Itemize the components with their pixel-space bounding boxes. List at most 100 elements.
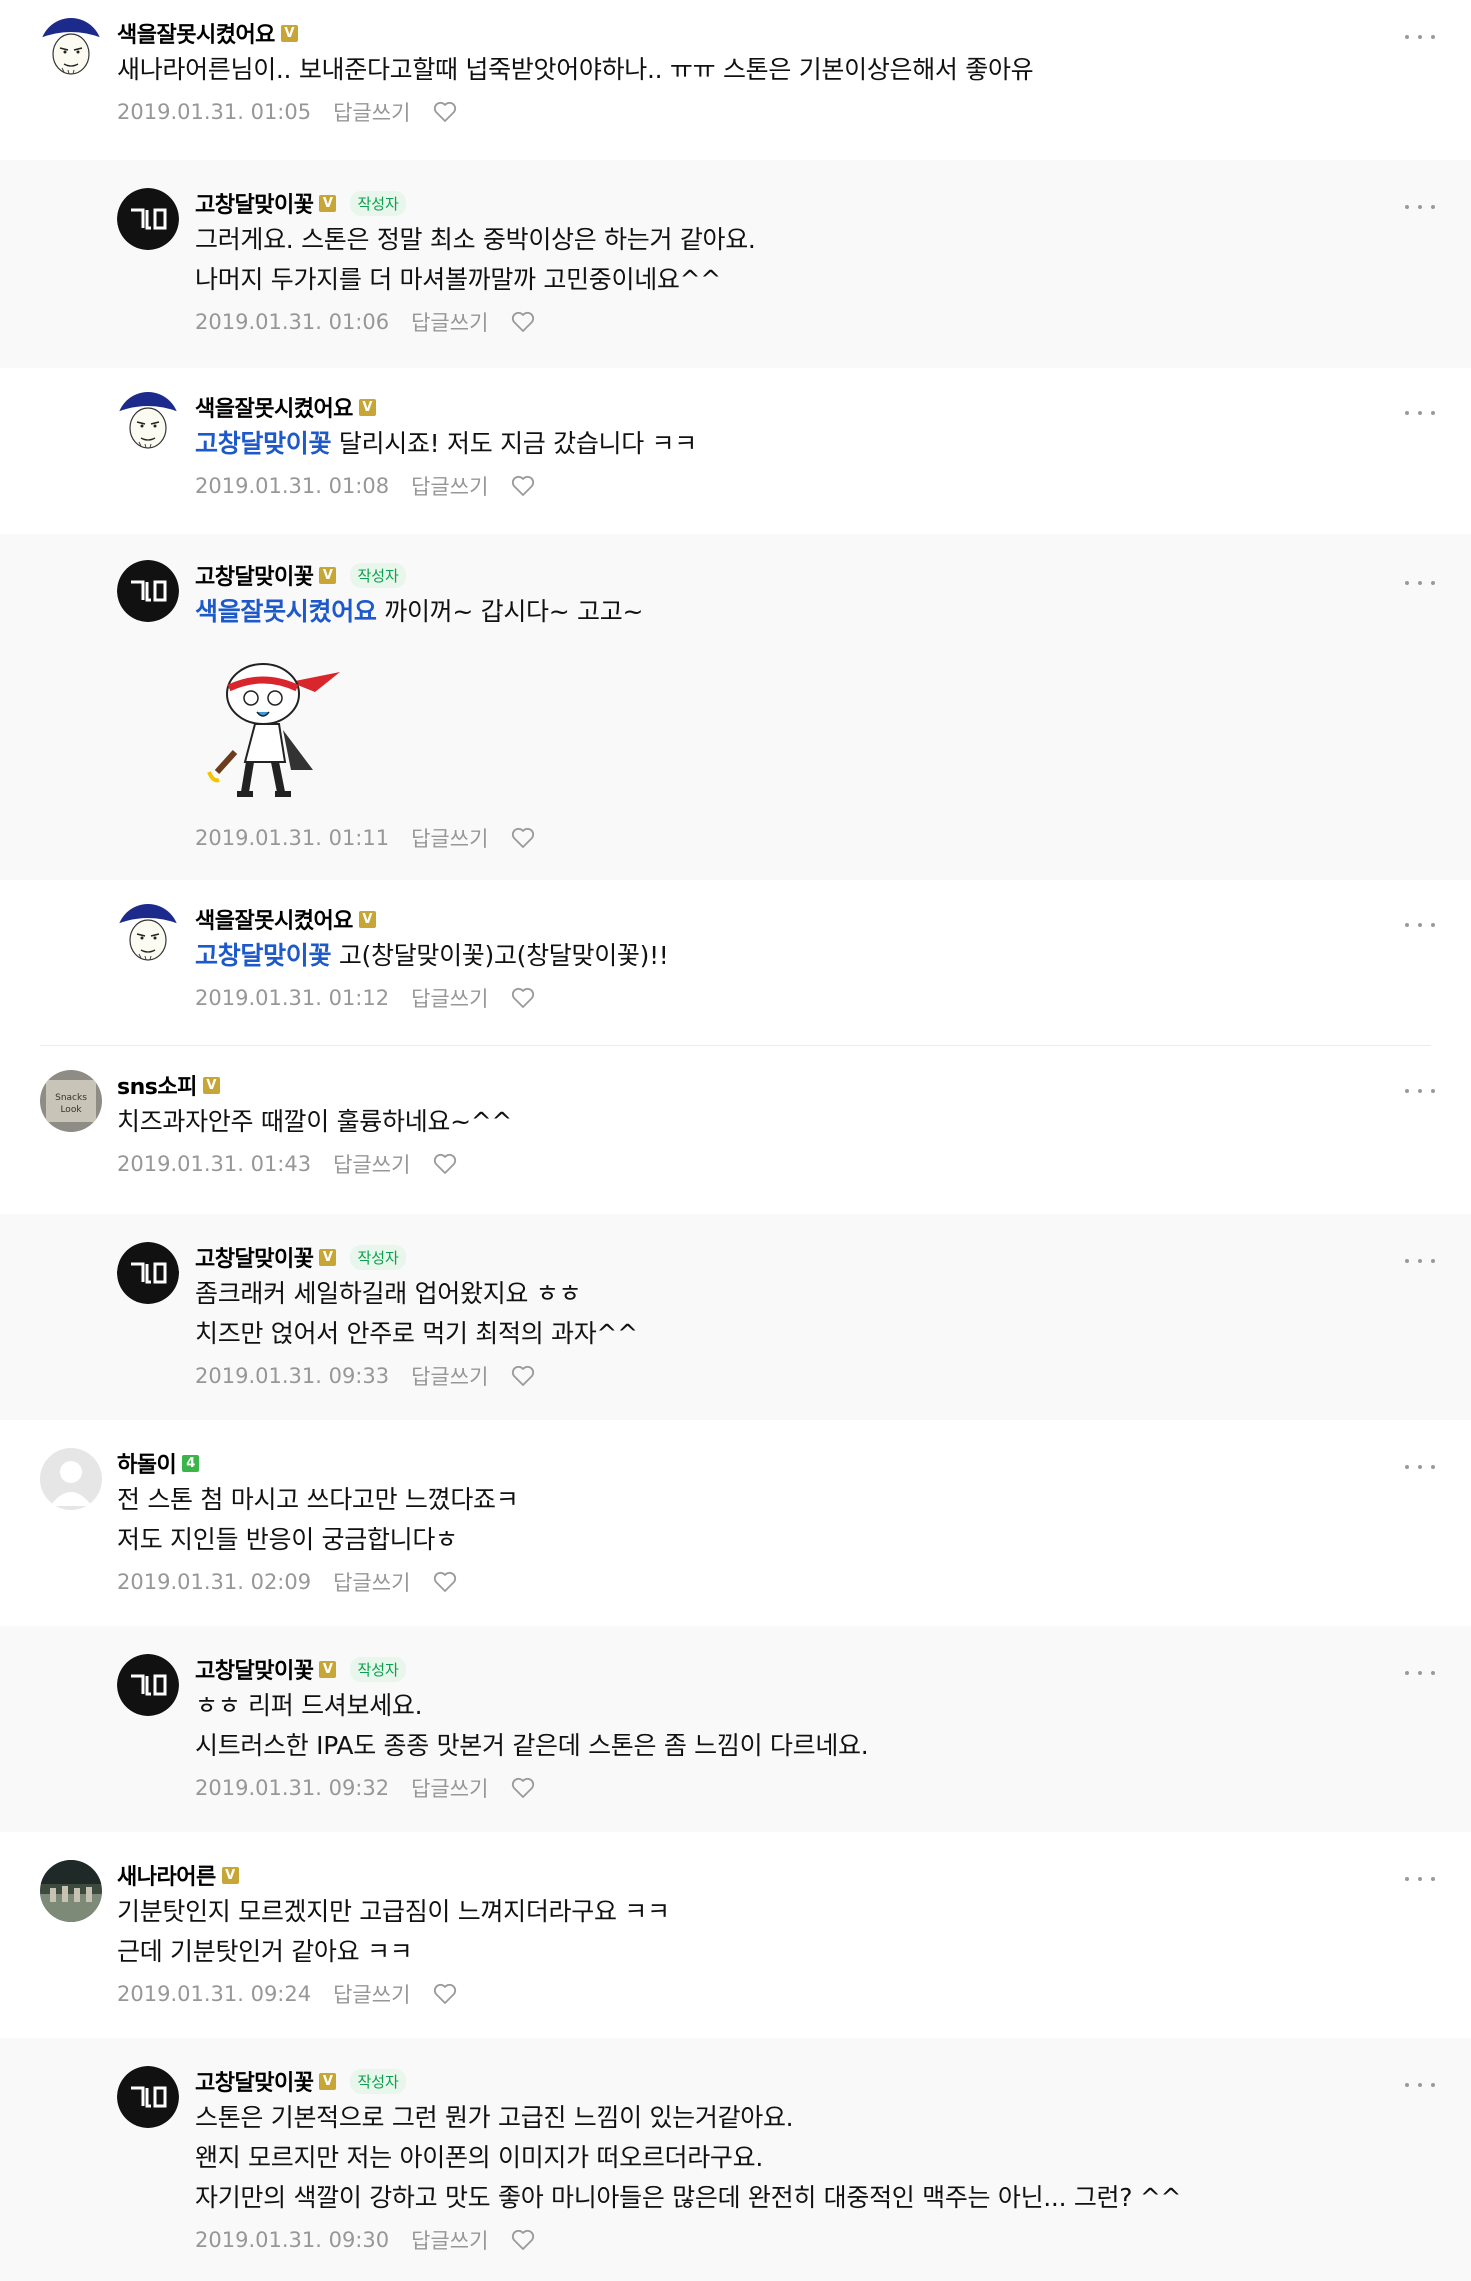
running-character-sticker[interactable]	[195, 652, 355, 812]
avatar[interactable]	[117, 560, 179, 622]
author-tag: 작성자	[350, 562, 406, 588]
more-options-icon[interactable]	[1405, 1460, 1435, 1474]
heart-icon[interactable]	[432, 1981, 458, 2007]
heart-icon[interactable]	[510, 1775, 536, 1801]
comment-date: 2019.01.31. 01:06	[195, 310, 390, 334]
avatar[interactable]	[117, 1242, 179, 1304]
more-options-icon[interactable]	[1405, 1254, 1435, 1268]
heart-icon[interactable]	[432, 1569, 458, 1595]
heart-icon[interactable]	[510, 473, 536, 499]
comment-date: 2019.01.31. 01:12	[195, 986, 390, 1010]
more-options-icon[interactable]	[1405, 2078, 1435, 2092]
nickname[interactable]: 색을잘못시켰어요	[195, 391, 353, 423]
comment-item: 새나라어른 V 기분탓인지 모르겠지만 고급짐이 느껴지더라구요 ㅋㅋ 근데 기분…	[0, 1832, 1471, 2038]
author-tag: 작성자	[350, 2068, 406, 2094]
more-options-icon[interactable]	[1405, 576, 1435, 590]
reply-item: 색을잘못시켰어요 V 고창달맞이꽃 고(창달맞이꽃)고(창달맞이꽃)!! 2019…	[0, 880, 1471, 1046]
reply-button[interactable]: 답글쓰기	[333, 97, 410, 127]
reply-item: 고창달맞이꽃 V 작성자 좀크래커 세일하길래 업어왔지요 ㅎㅎ 치즈만 얹어서 안…	[0, 1214, 1471, 1420]
comment-text: 까이꺼~ 갑시다~ 고고~	[376, 597, 644, 626]
reply-button[interactable]: 답글쓰기	[411, 471, 488, 501]
more-options-icon[interactable]	[1405, 30, 1435, 44]
comment-date: 2019.01.31. 09:33	[195, 1364, 390, 1388]
avatar[interactable]	[117, 904, 179, 966]
more-options-icon[interactable]	[1405, 1666, 1435, 1680]
reply-button[interactable]: 답글쓰기	[333, 1567, 410, 1597]
comment-text: ㅎㅎ 리퍼 드셔보세요. 시트러스한 IPA도 종종 맛본거 같은데 스톤은 좀…	[195, 1691, 869, 1760]
heart-icon[interactable]	[510, 985, 536, 1011]
reply-button[interactable]: 답글쓰기	[411, 1773, 488, 1803]
heart-icon[interactable]	[510, 825, 536, 851]
level-badge: V	[358, 398, 376, 416]
level-badge: V	[319, 194, 337, 212]
nickname[interactable]: 고창달맞이꽃	[195, 1653, 314, 1685]
heart-icon[interactable]	[432, 1151, 458, 1177]
mention-link[interactable]: 고창달맞이꽃	[195, 941, 332, 970]
comment-date: 2019.01.31. 01:08	[195, 474, 390, 498]
comment-date: 2019.01.31. 01:11	[195, 826, 390, 850]
comment-item: 색을잘못시켰어요 V 새나라어른님이.. 보내준다고할때 넙죽받앗어야하나.. ㅠ…	[0, 0, 1471, 160]
heart-icon[interactable]	[510, 1363, 536, 1389]
level-badge: V	[202, 1076, 220, 1094]
author-tag: 작성자	[350, 1656, 406, 1682]
nickname[interactable]: 고창달맞이꽃	[195, 559, 314, 591]
mention-link[interactable]: 고창달맞이꽃	[195, 429, 332, 458]
comment-date: 2019.01.31. 01:43	[117, 1152, 312, 1176]
avatar[interactable]	[117, 2066, 179, 2128]
more-options-icon[interactable]	[1405, 1084, 1435, 1098]
avatar[interactable]	[117, 188, 179, 250]
reply-button[interactable]: 답글쓰기	[411, 1361, 488, 1391]
nickname[interactable]: 새나라어른	[117, 1859, 216, 1891]
nickname[interactable]: 고창달맞이꽃	[195, 1241, 314, 1273]
level-badge: V	[319, 1660, 337, 1678]
avatar[interactable]	[40, 1070, 102, 1132]
comment-text: 좀크래커 세일하길래 업어왔지요 ㅎㅎ 치즈만 얹어서 안주로 먹기 최적의 과…	[195, 1279, 638, 1348]
more-options-icon[interactable]	[1405, 200, 1435, 214]
heart-icon[interactable]	[510, 309, 536, 335]
comment-date: 2019.01.31. 01:05	[117, 100, 312, 124]
avatar[interactable]	[117, 392, 179, 454]
reply-item: 고창달맞이꽃 V 작성자 ㅎㅎ 리퍼 드셔보세요. 시트러스한 IPA도 종종 맛본…	[0, 1626, 1471, 1832]
level-badge: V	[319, 566, 337, 584]
avatar[interactable]	[40, 1860, 102, 1922]
avatar[interactable]	[40, 18, 102, 80]
nickname[interactable]: 고창달맞이꽃	[195, 187, 314, 219]
reply-button[interactable]: 답글쓰기	[411, 823, 488, 853]
reply-button[interactable]: 답글쓰기	[411, 983, 488, 1013]
reply-button[interactable]: 답글쓰기	[411, 307, 488, 337]
avatar[interactable]	[117, 1654, 179, 1716]
author-tag: 작성자	[350, 1244, 406, 1270]
comment-date: 2019.01.31. 09:32	[195, 1776, 390, 1800]
heart-icon[interactable]	[432, 99, 458, 125]
avatar[interactable]	[40, 1448, 102, 1510]
more-options-icon[interactable]	[1405, 1872, 1435, 1886]
nickname[interactable]: 색을잘못시켰어요	[117, 17, 275, 49]
comment-text: 기분탓인지 모르겠지만 고급짐이 느껴지더라구요 ㅋㅋ 근데 기분탓인거 같아요…	[117, 1897, 670, 1966]
comment-text: 스톤은 기본적으로 그런 뭔가 고급진 느낌이 있는거같아요. 왠지 모르지만 …	[195, 2103, 1182, 2212]
reply-item: 고창달맞이꽃 V 작성자 스톤은 기본적으로 그런 뭔가 고급진 느낌이 있는거같아…	[0, 2038, 1471, 2281]
heart-icon[interactable]	[510, 2227, 536, 2253]
reply-button[interactable]: 답글쓰기	[333, 1149, 410, 1179]
nickname[interactable]: 색을잘못시켰어요	[195, 903, 353, 935]
nickname[interactable]: 고창달맞이꽃	[195, 2065, 314, 2097]
comment-date: 2019.01.31. 09:24	[117, 1982, 312, 2006]
author-tag: 작성자	[350, 190, 406, 216]
reply-item: 고창달맞이꽃 V 작성자 색을잘못시켰어요 까이꺼~ 갑시다~ 고고~ 2019.0…	[0, 534, 1471, 880]
level-badge: V	[221, 1866, 239, 1884]
nickname[interactable]: 하돌이	[117, 1447, 177, 1479]
more-options-icon[interactable]	[1405, 406, 1435, 420]
reply-button[interactable]: 답글쓰기	[333, 1979, 410, 2009]
comment-item: sns소피 V 치즈과자안주 때깔이 훌륭하네요~^^ 2019.01.31. 0…	[0, 1046, 1471, 1214]
level-badge: V	[280, 24, 298, 42]
nickname[interactable]: sns소피	[117, 1069, 197, 1101]
comment-text: 달리시죠! 저도 지금 갔습니다 ㅋㅋ	[331, 429, 697, 458]
reply-button[interactable]: 답글쓰기	[411, 2225, 488, 2255]
comment-text: 치즈과자안주 때깔이 훌륭하네요~^^	[117, 1107, 513, 1136]
comment-date: 2019.01.31. 09:30	[195, 2228, 390, 2252]
comment-text: 새나라어른님이.. 보내준다고할때 넙죽받앗어야하나.. ㅠㅠ 스톤은 기본이상…	[117, 55, 1034, 84]
mention-link[interactable]: 색을잘못시켰어요	[195, 597, 377, 626]
comment-date: 2019.01.31. 02:09	[117, 1570, 312, 1594]
more-options-icon[interactable]	[1405, 918, 1435, 932]
comment-item: 하돌이 4 전 스톤 첨 마시고 쓰다고만 느꼈다죠ㅋ 저도 지인들 반응이 궁금…	[0, 1420, 1471, 1626]
level-badge: V	[358, 910, 376, 928]
